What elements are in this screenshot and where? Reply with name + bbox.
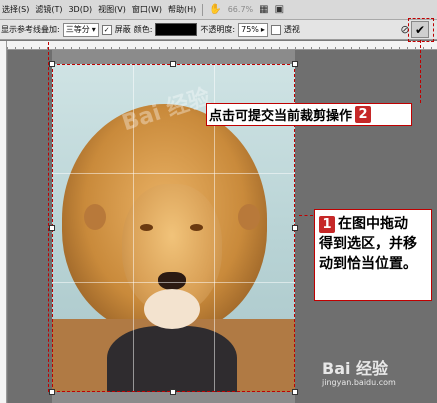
perspective-label: 透视 xyxy=(283,25,300,34)
callout-step-1-text-rest: 得到选区，并移动到恰当位置。 xyxy=(319,236,417,272)
annotation-dash-left xyxy=(48,42,49,392)
crop-handle-top[interactable] xyxy=(170,61,176,67)
annotation-dash-connector-1 xyxy=(299,215,313,216)
crop-handle-top-right[interactable] xyxy=(292,61,298,67)
menu-separator xyxy=(202,3,204,16)
shield-label: 屏蔽 xyxy=(114,25,131,34)
overlay-value: 三等分 xyxy=(65,24,90,34)
callout-step-1: 1 在图中拖动 得到选区，并移动到恰当位置。 xyxy=(314,209,432,301)
ruler-horizontal xyxy=(7,41,437,50)
shield-checkbox[interactable]: ✓ xyxy=(101,24,112,35)
overlay-select[interactable]: 三等分 ▾ xyxy=(62,22,99,37)
callout-step-2: 点击可提交当前裁剪操作 2 xyxy=(206,103,412,126)
chevron-right-icon: ▸ xyxy=(260,24,265,34)
opacity-select[interactable]: 75% ▸ xyxy=(238,22,268,37)
callout-step-1-text-line1: 在图中拖动 xyxy=(338,216,408,232)
crop-handle-left[interactable] xyxy=(49,225,55,231)
watermark-url: jingyan.baidu.com xyxy=(322,378,396,387)
shield-color-swatch[interactable] xyxy=(155,23,198,36)
baidu-jingyan-logo: Bai 经验 xyxy=(322,359,389,378)
crop-handle-top-left[interactable] xyxy=(49,61,55,67)
step-1-badge: 1 xyxy=(319,215,335,233)
crop-shield-left xyxy=(8,50,52,403)
step-2-badge: 2 xyxy=(355,106,372,123)
crop-handle-right[interactable] xyxy=(292,225,298,231)
options-bar: 显示参考线叠加: 三等分 ▾ ✓ 屏蔽 颜色: 不透明度: 75% ▸ 透视 xyxy=(0,20,437,40)
chevron-down-icon: ▾ xyxy=(91,24,96,34)
perspective-checkbox[interactable] xyxy=(270,24,281,35)
callout-step-1-line1: 1 在图中拖动 xyxy=(319,214,427,234)
callout-step-2-text: 点击可提交当前裁剪操作 xyxy=(209,109,353,124)
ruler-vertical xyxy=(0,41,7,403)
arrange-icon[interactable]: ▣ xyxy=(275,4,284,15)
crop-handle-bottom[interactable] xyxy=(170,389,176,395)
hand-tool-icon[interactable]: ✋ xyxy=(209,4,221,15)
opacity-value: 75% xyxy=(241,24,259,34)
zoom-readout[interactable]: 66.7% xyxy=(228,5,253,14)
menu-3d[interactable]: 3D(D) xyxy=(68,5,92,14)
menu-view[interactable]: 视图(V) xyxy=(98,4,126,15)
crop-handle-bottom-left[interactable] xyxy=(49,389,55,395)
menu-select[interactable]: 选择(S) xyxy=(2,4,29,15)
annotation-commit-highlight xyxy=(408,18,434,42)
opacity-label: 不透明度: xyxy=(200,25,236,34)
crop-handle-bottom-right[interactable] xyxy=(292,389,298,395)
overlay-label: 显示参考线叠加: xyxy=(1,25,60,34)
annotation-dash-connector-2 xyxy=(420,40,421,103)
grid-icon[interactable]: ▦ xyxy=(259,4,268,15)
menu-filter[interactable]: 滤镜(T) xyxy=(35,4,62,15)
menu-window[interactable]: 窗口(W) xyxy=(132,4,162,15)
menu-bar: 选择(S) 滤镜(T) 3D(D) 视图(V) 窗口(W) 帮助(H) ✋ 66… xyxy=(0,0,437,20)
menu-help[interactable]: 帮助(H) xyxy=(168,4,196,15)
color-label: 颜色: xyxy=(133,25,153,34)
